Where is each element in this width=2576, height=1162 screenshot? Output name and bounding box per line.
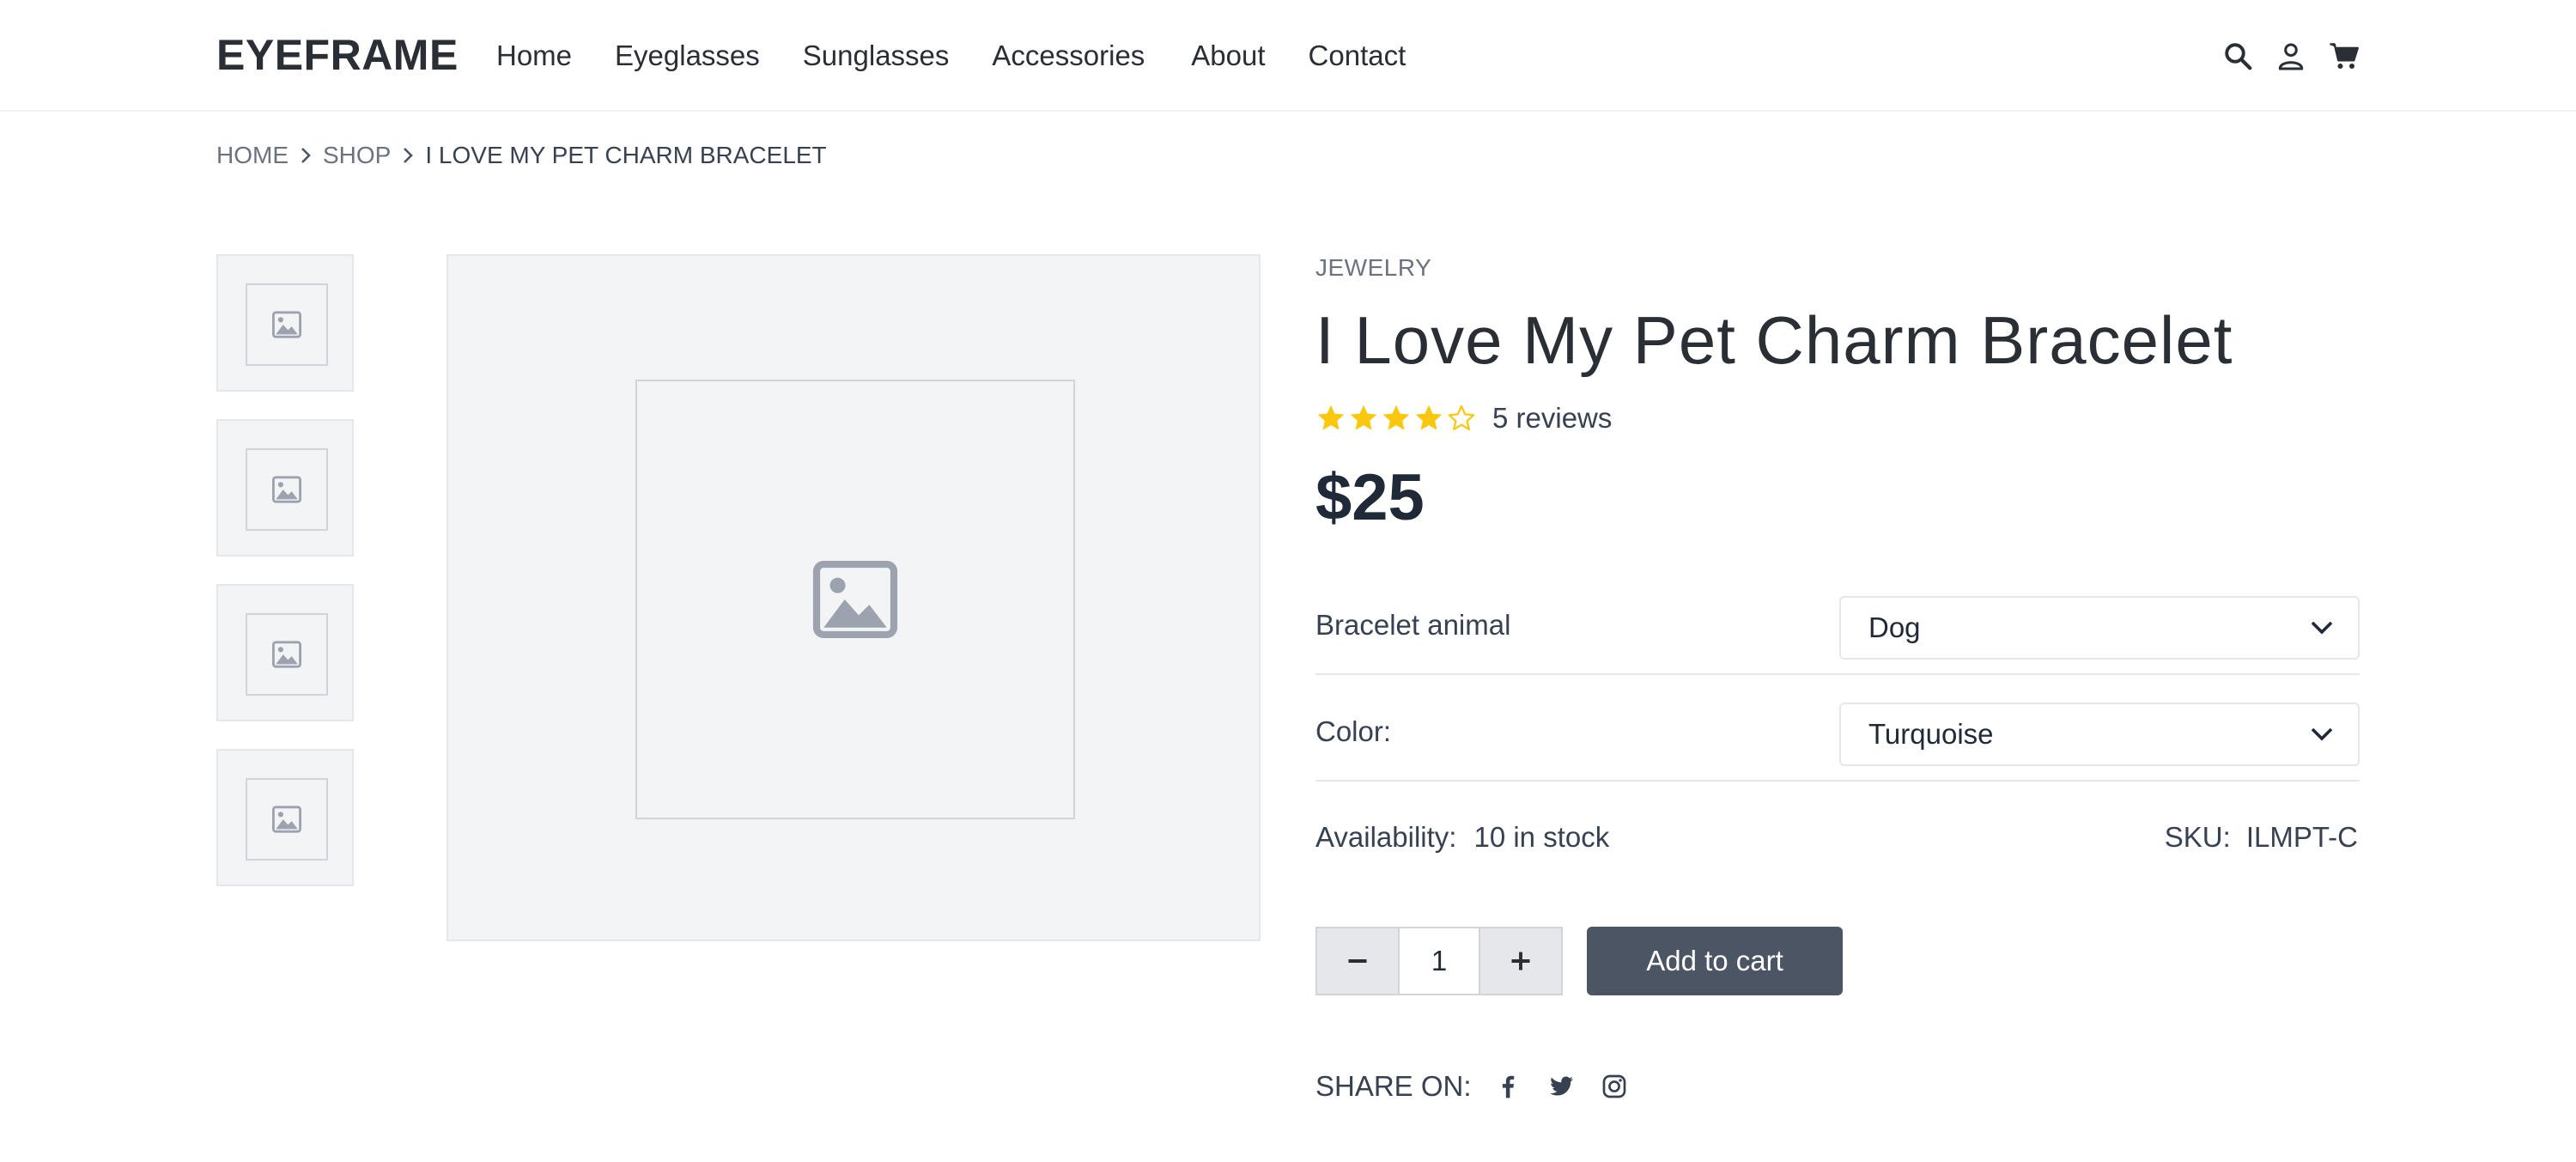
image-placeholder-icon	[812, 561, 898, 638]
color-select[interactable]: Turquoise	[1839, 703, 2360, 766]
nav-eyeglasses[interactable]: Eyeglasses	[615, 34, 760, 77]
breadcrumb-current: I LOVE MY PET CHARM BRACELET	[425, 142, 827, 168]
site-header: EYEFRAME Home Eyeglasses Sunglasses Acce…	[0, 0, 2576, 112]
cart-icon[interactable]	[2327, 39, 2361, 73]
minus-icon	[1348, 959, 1367, 963]
select-value: Turquoise	[1868, 718, 1994, 750]
chevron-right-icon	[289, 137, 323, 173]
breadcrumb-shop[interactable]: SHOP	[323, 142, 391, 169]
sku-label: SKU:	[2164, 821, 2231, 853]
user-icon[interactable]	[2274, 39, 2308, 73]
share-label: SHARE ON:	[1315, 1070, 1472, 1102]
main-product-image[interactable]	[447, 254, 1261, 941]
image-placeholder-icon	[272, 806, 301, 833]
chevron-down-icon	[2311, 727, 2333, 741]
star-filled-icon	[1415, 405, 1443, 430]
nav-accessories[interactable]: Accessories	[992, 34, 1145, 77]
sku-value: ILMPT-C	[2245, 821, 2358, 853]
header-actions	[2202, 34, 2361, 77]
quantity-decrease-button[interactable]	[1317, 928, 1398, 994]
availability: Availability: 10 in stock	[1315, 816, 1609, 859]
search-icon[interactable]	[2221, 39, 2255, 73]
availability-value: 10 in stock	[1473, 821, 1610, 853]
nav-home[interactable]: Home	[496, 34, 572, 77]
chevron-right-icon	[391, 137, 425, 173]
quantity-increase-button[interactable]	[1480, 928, 1561, 994]
image-placeholder-icon	[272, 476, 301, 503]
sku: SKU: ILMPT-C	[2165, 816, 2358, 859]
thumbnail-1[interactable]	[216, 254, 354, 392]
star-empty-icon	[1448, 405, 1475, 431]
twitter-icon[interactable]	[1544, 1069, 1578, 1104]
quantity-stepper	[1315, 927, 1563, 995]
availability-label: Availability:	[1315, 821, 1457, 853]
add-to-cart-label: Add to cart	[1646, 945, 1783, 976]
breadcrumb: HOME SHOP I LOVE MY PET CHARM BRACELET	[216, 137, 827, 173]
thumbnail-2[interactable]	[216, 419, 354, 557]
main-nav: Home Eyeglasses Sunglasses Accessories A…	[496, 34, 1449, 77]
nav-about[interactable]: About	[1191, 34, 1265, 77]
product-rating: 5 reviews	[1315, 397, 1612, 440]
option-label: Color:	[1315, 715, 1392, 747]
select-value: Dog	[1868, 611, 1921, 643]
star-filled-icon	[1317, 405, 1345, 430]
thumbnail-4[interactable]	[216, 749, 354, 886]
option-bracelet-animal: Bracelet animal Dog	[1315, 589, 2360, 675]
nav-contact[interactable]: Contact	[1309, 34, 1406, 77]
product-price: $25	[1315, 461, 1425, 534]
star-filled-icon	[1350, 405, 1377, 430]
plus-icon	[1511, 952, 1530, 970]
facebook-icon[interactable]	[1491, 1069, 1525, 1104]
image-placeholder-icon	[272, 311, 301, 338]
reviews-link[interactable]: 5 reviews	[1492, 402, 1612, 435]
thumbnail-3[interactable]	[216, 584, 354, 721]
bracelet-animal-select[interactable]: Dog	[1839, 596, 2360, 660]
site-logo[interactable]: EYEFRAME	[216, 29, 459, 81]
nav-sunglasses[interactable]: Sunglasses	[803, 34, 950, 77]
breadcrumb-home[interactable]: HOME	[216, 142, 289, 169]
option-color: Color: Turquoise	[1315, 696, 2360, 782]
instagram-icon[interactable]	[1597, 1069, 1631, 1104]
quantity-input[interactable]	[1398, 928, 1480, 994]
chevron-down-icon	[2311, 621, 2333, 635]
share-bar: SHARE ON:	[1315, 1065, 1650, 1108]
product-category[interactable]: JEWELRY	[1315, 254, 1431, 282]
add-to-cart-button[interactable]: Add to cart	[1587, 927, 1843, 995]
option-label: Bracelet animal	[1315, 609, 1511, 641]
product-title: I Love My Pet Charm Bracelet	[1315, 302, 2233, 378]
image-placeholder-icon	[272, 641, 301, 668]
star-filled-icon	[1382, 405, 1410, 430]
